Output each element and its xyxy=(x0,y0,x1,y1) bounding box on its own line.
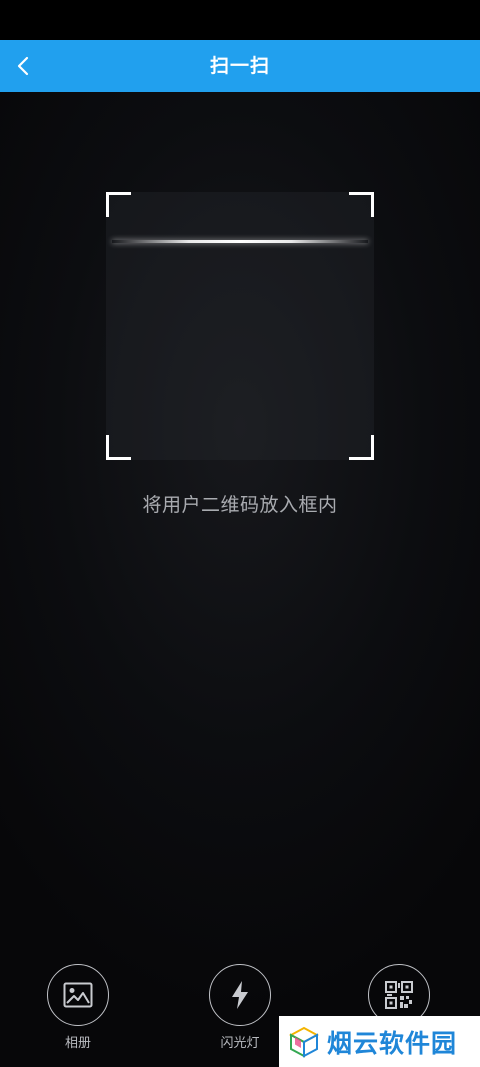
image-icon xyxy=(63,982,93,1008)
scan-frame xyxy=(106,192,374,460)
chevron-left-icon xyxy=(17,56,29,76)
watermark-text: 烟云软件园 xyxy=(327,1028,458,1058)
nav-bar: 扫一扫 xyxy=(0,40,480,92)
lightning-icon xyxy=(232,981,248,1009)
scan-hint: 将用户二维码放入框内 xyxy=(142,494,338,516)
frame-corner-top-right xyxy=(349,192,374,217)
page-title: 扫一扫 xyxy=(209,55,270,77)
frame-corner-bottom-left xyxy=(106,435,131,460)
flash-circle xyxy=(209,964,271,1026)
scan-line xyxy=(112,240,368,243)
album-circle xyxy=(47,964,109,1026)
album-button[interactable]: 相册 xyxy=(38,964,118,1051)
back-button[interactable] xyxy=(6,46,46,86)
cube-logo-icon xyxy=(289,1026,319,1058)
frame-corner-top-left xyxy=(106,192,131,217)
status-bar xyxy=(0,0,480,40)
watermark: 烟云软件园 xyxy=(279,1016,480,1067)
flash-label: 闪光灯 xyxy=(220,1036,260,1051)
qr-code-icon xyxy=(385,981,413,1009)
flash-button[interactable]: 闪光灯 xyxy=(200,964,280,1051)
frame-corner-bottom-right xyxy=(349,435,374,460)
album-label: 相册 xyxy=(64,1036,91,1051)
